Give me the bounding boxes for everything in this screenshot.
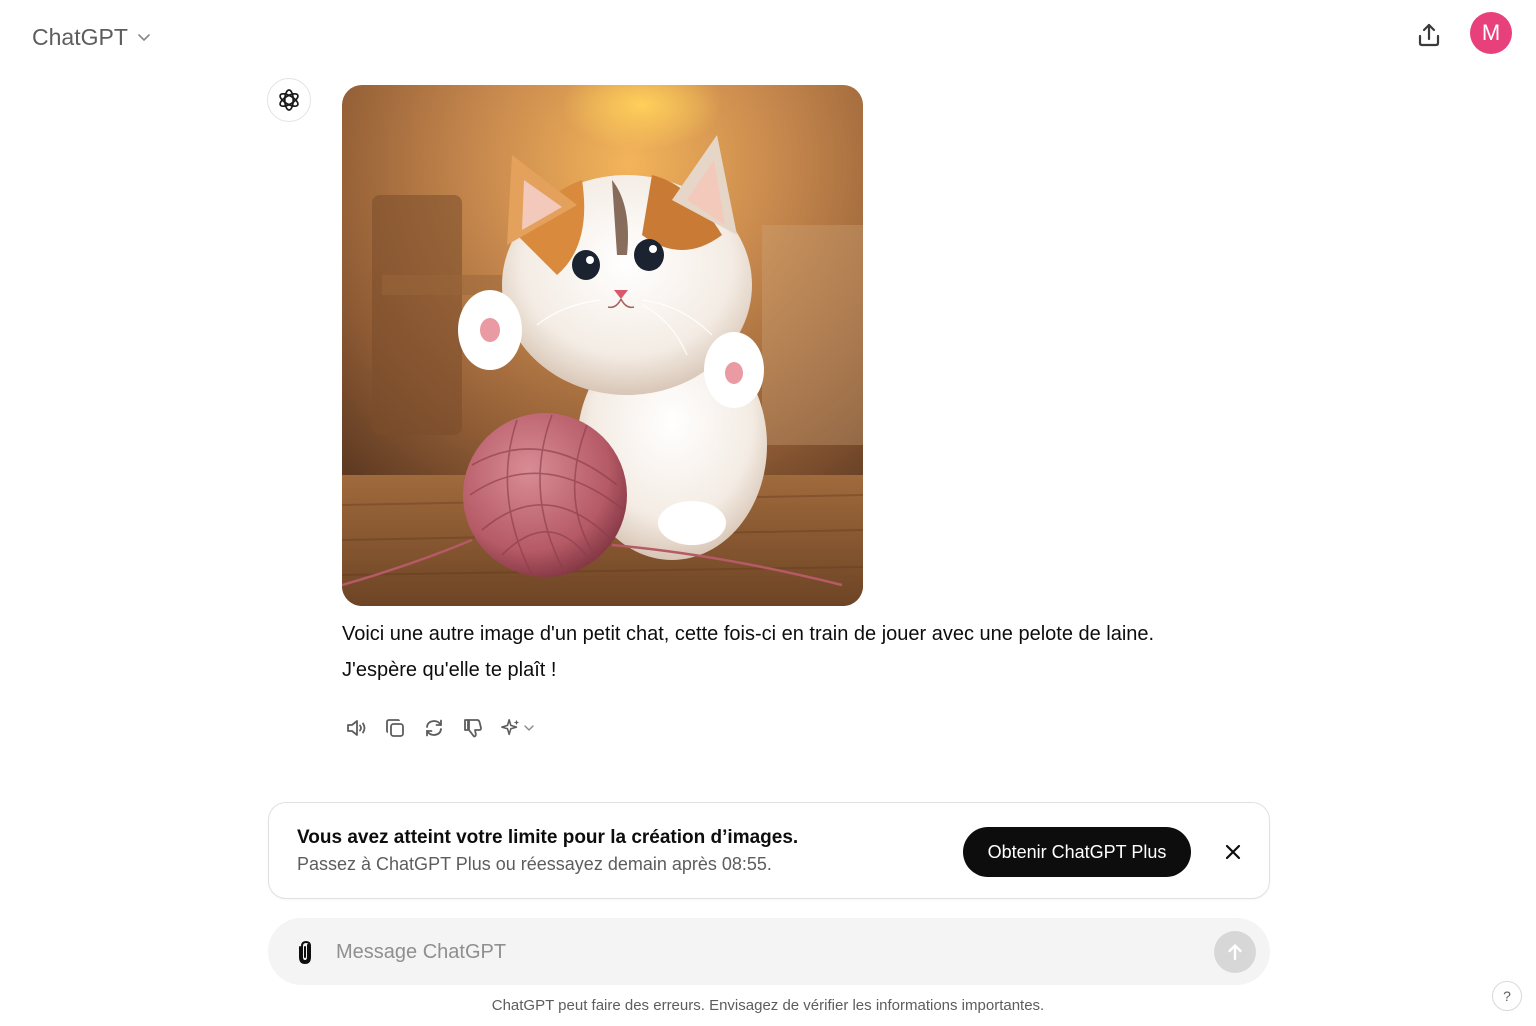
chevron-down-icon [523, 725, 534, 731]
share-button[interactable] [1408, 14, 1450, 56]
banner-title: Vous avez atteint votre limite pour la c… [297, 827, 799, 848]
close-banner-button[interactable] [1215, 834, 1251, 870]
composer [268, 918, 1270, 985]
help-button[interactable]: ? [1492, 981, 1522, 1011]
switch-model-button[interactable] [494, 710, 540, 746]
model-name: ChatGPT [32, 23, 128, 50]
generated-kitten-image[interactable] [342, 85, 863, 606]
bad-response-button[interactable] [455, 710, 491, 746]
attach-button[interactable] [288, 934, 324, 970]
chevron-down-icon [136, 29, 152, 45]
speaker-icon [347, 720, 366, 736]
message-line-2: J'espère qu'elle te plaît ! [342, 659, 557, 681]
paperclip-icon [299, 940, 311, 965]
user-avatar[interactable]: M [1470, 12, 1512, 54]
assistant-message-text: Voici une autre image d'un petit chat, c… [342, 616, 1262, 688]
openai-logo-icon [267, 78, 311, 122]
refresh-icon [426, 719, 442, 737]
copy-icon [386, 719, 404, 737]
message-line-1: Voici une autre image d'un petit chat, c… [342, 623, 1155, 645]
sparkle-icon [500, 718, 519, 736]
upgrade-plus-button[interactable]: Obtenir ChatGPT Plus [963, 827, 1191, 877]
share-icon [1418, 23, 1440, 47]
banner-subtitle: Passez à ChatGPT Plus ou réessayez demai… [297, 854, 772, 874]
message-actions [338, 710, 540, 746]
close-icon [1225, 844, 1241, 860]
image-limit-banner: Vous avez atteint votre limite pour la c… [268, 802, 1270, 899]
arrow-up-icon [1228, 944, 1242, 961]
copy-button[interactable] [377, 710, 413, 746]
model-selector[interactable]: ChatGPT [24, 18, 160, 56]
send-button[interactable] [1214, 931, 1256, 973]
top-bar: ChatGPT M [0, 0, 1536, 72]
disclaimer-text: ChatGPT peut faire des erreurs. Envisage… [491, 997, 1045, 1014]
message-input[interactable] [334, 932, 1194, 972]
regenerate-button[interactable] [416, 710, 452, 746]
thumbs-down-icon [464, 719, 482, 738]
read-aloud-button[interactable] [338, 710, 374, 746]
